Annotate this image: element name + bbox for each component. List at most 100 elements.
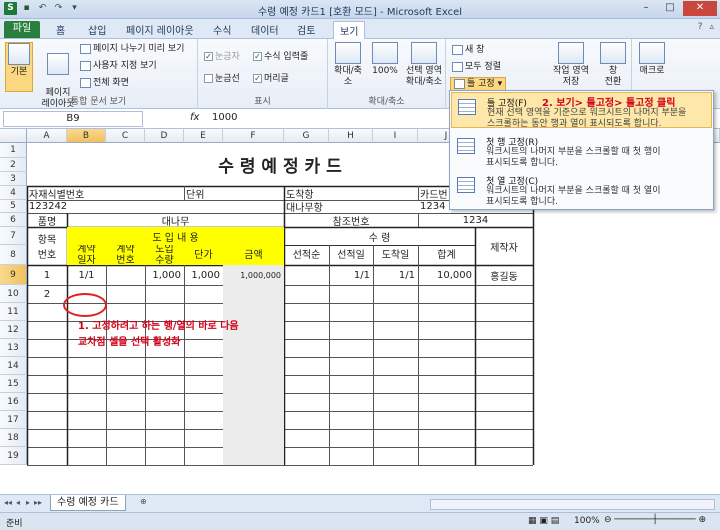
ribbon-minimize-icon[interactable]: ▵ bbox=[709, 22, 714, 32]
cell-d8[interactable]: 도입 수량 bbox=[145, 245, 184, 265]
freeze-panes-button[interactable]: 틀 고정 ▾ bbox=[450, 77, 507, 91]
tab-review[interactable]: 검토 bbox=[297, 22, 315, 37]
zoom-slider[interactable]: ⊖ ───────┼─────── ⊕ bbox=[604, 515, 706, 525]
new-sheet-icon[interactable]: ⊕ bbox=[140, 497, 147, 506]
cell-a5[interactable]: 123242 bbox=[27, 200, 184, 213]
normal-view-button[interactable]: 기본 bbox=[5, 42, 33, 92]
tab-home[interactable]: 홈 bbox=[56, 22, 65, 37]
cell-g5[interactable]: 대나무항 bbox=[284, 200, 418, 213]
row-header-1[interactable]: 1 bbox=[0, 143, 27, 158]
column-header-b[interactable]: B bbox=[67, 129, 106, 143]
cell-e4[interactable]: 단위 bbox=[184, 186, 284, 201]
cell-a6[interactable]: 품명 bbox=[27, 213, 67, 228]
cell-qty-header[interactable]: 수 령 bbox=[284, 227, 475, 245]
cell-i8[interactable]: 도착일 bbox=[373, 245, 418, 265]
gridlines-checkbox[interactable]: 눈금선 bbox=[204, 73, 240, 85]
row-header-8[interactable]: 8 bbox=[0, 245, 27, 265]
first-sheet-icon[interactable]: ◂◂ bbox=[4, 498, 12, 507]
cell-a9[interactable]: 1 bbox=[27, 265, 67, 285]
tab-formulas[interactable]: 수식 bbox=[213, 22, 231, 37]
row-header-15[interactable]: 15 bbox=[0, 375, 27, 393]
arrange-all-button[interactable]: 모두 정렬 bbox=[452, 61, 501, 73]
last-sheet-icon[interactable]: ▸▸ bbox=[34, 498, 42, 507]
column-header-d[interactable]: D bbox=[145, 129, 184, 143]
tab-file[interactable]: 파일 bbox=[4, 21, 40, 38]
row-header-9[interactable]: 9 bbox=[0, 265, 27, 285]
row-header-2[interactable]: 2 bbox=[0, 158, 27, 172]
zoom-100-button[interactable]: 100% bbox=[370, 42, 400, 77]
row-header-12[interactable]: 12 bbox=[0, 321, 27, 339]
tab-page-layout[interactable]: 페이지 레이아웃 bbox=[126, 22, 194, 37]
maximize-icon[interactable]: □ bbox=[659, 1, 681, 16]
column-header-h[interactable]: H bbox=[329, 129, 373, 143]
cell-entry-header[interactable]: 도 입 내 용 bbox=[67, 227, 284, 245]
cell-d9[interactable]: 1,000 bbox=[145, 265, 184, 285]
cell-c6[interactable]: 대나무 bbox=[67, 213, 284, 228]
row-header-10[interactable]: 10 bbox=[0, 285, 27, 303]
cell-author-header[interactable]: 제작자 bbox=[475, 227, 533, 265]
row-header-16[interactable]: 16 bbox=[0, 393, 27, 411]
cell-e8[interactable]: 단가 bbox=[184, 245, 223, 265]
fx-icon[interactable]: fx bbox=[190, 112, 199, 123]
zoom-to-selection-button[interactable]: 선택 영역 확대/축소 bbox=[402, 42, 446, 88]
new-window-button[interactable]: 새 창 bbox=[452, 44, 484, 56]
cell-j6[interactable]: 1234 bbox=[418, 213, 533, 227]
sheet-tab-active[interactable]: 수령 예정 카드 bbox=[50, 495, 126, 511]
cell-a4[interactable]: 자재식별번호 bbox=[27, 186, 184, 201]
help-icon[interactable]: ? bbox=[698, 22, 703, 32]
ruler-checkbox[interactable]: ✓ 눈금자 bbox=[204, 51, 240, 63]
row-header-3[interactable]: 3 bbox=[0, 172, 27, 186]
cell-f8[interactable]: 금액 bbox=[223, 245, 284, 265]
cell-b9[interactable]: 1/1 bbox=[67, 265, 106, 285]
cell-e9[interactable]: 1,000 bbox=[184, 265, 223, 285]
cell-b8[interactable]: 계약 일자 bbox=[67, 245, 106, 265]
row-header-17[interactable]: 17 bbox=[0, 411, 27, 429]
horizontal-scrollbar[interactable] bbox=[430, 499, 715, 510]
column-header-f[interactable]: F bbox=[223, 129, 284, 143]
cell-g6[interactable]: 참조번호 bbox=[284, 213, 418, 228]
zoom-level[interactable]: 100% bbox=[574, 516, 600, 526]
page-break-preview-button[interactable]: 페이지 나누기 미리 보기 bbox=[80, 43, 184, 55]
row-header-14[interactable]: 14 bbox=[0, 357, 27, 375]
cell-j8[interactable]: 합계 bbox=[418, 245, 475, 265]
cell-h8[interactable]: 선적일 bbox=[329, 245, 373, 265]
cell-c8[interactable]: 계약 번호 bbox=[106, 245, 145, 265]
row-header-6[interactable]: 6 bbox=[0, 213, 27, 227]
column-header-c[interactable]: C bbox=[106, 129, 145, 143]
row-header-7[interactable]: 7 bbox=[0, 227, 27, 245]
row-header-19[interactable]: 19 bbox=[0, 447, 27, 465]
save-workspace-button[interactable]: 작업 영역 저장 bbox=[550, 42, 592, 88]
select-all-corner[interactable] bbox=[0, 129, 27, 143]
column-header-g[interactable]: G bbox=[284, 129, 329, 143]
row-header-4[interactable]: 4 bbox=[0, 186, 27, 200]
close-icon[interactable]: ✕ bbox=[683, 1, 717, 16]
name-box[interactable]: B9 bbox=[3, 111, 143, 127]
prev-sheet-icon[interactable]: ◂ bbox=[16, 498, 20, 507]
next-sheet-icon[interactable]: ▸ bbox=[26, 498, 30, 507]
row-header-11[interactable]: 11 bbox=[0, 303, 27, 321]
macros-button[interactable]: 매크로 bbox=[636, 42, 668, 77]
cell-i9[interactable]: 1/1 bbox=[373, 265, 418, 285]
view-buttons-icon[interactable]: ▦ ▣ ▤ bbox=[528, 516, 559, 526]
cell-a10[interactable]: 2 bbox=[27, 285, 67, 303]
freeze-top-row-option[interactable]: 첫 행 고정(R) 워크시트의 나머지 부분을 스크롤할 때 첫 행이 표시되도… bbox=[451, 132, 712, 168]
cell-f9[interactable]: 1,000,000 bbox=[223, 265, 284, 285]
column-header-i[interactable]: I bbox=[373, 129, 418, 143]
formula-input[interactable]: 1000 bbox=[212, 112, 237, 123]
full-screen-button[interactable]: 전체 화면 bbox=[80, 77, 129, 89]
cell-g8[interactable]: 선적순 bbox=[284, 245, 329, 265]
tab-data[interactable]: 데이터 bbox=[251, 22, 279, 37]
cell-g4[interactable]: 도착항 bbox=[284, 186, 418, 201]
custom-views-button[interactable]: 사용자 지정 보기 bbox=[80, 60, 157, 72]
cell-item-no[interactable]: 항목 번호 bbox=[27, 227, 67, 265]
zoom-button[interactable]: 확대/축소 bbox=[330, 42, 366, 88]
tab-insert[interactable]: 삽입 bbox=[88, 22, 106, 37]
column-header-e[interactable]: E bbox=[184, 129, 223, 143]
cell-j9[interactable]: 10,000 bbox=[418, 265, 475, 285]
row-header-5[interactable]: 5 bbox=[0, 200, 27, 213]
cell-k9[interactable]: 홍길동 bbox=[475, 265, 533, 285]
minimize-icon[interactable]: – bbox=[635, 1, 657, 16]
freeze-first-column-option[interactable]: 첫 열 고정(C) 워크시트의 나머지 부분을 스크롤할 때 첫 열이 표시되도… bbox=[451, 171, 712, 207]
row-header-13[interactable]: 13 bbox=[0, 339, 27, 357]
row-header-18[interactable]: 18 bbox=[0, 429, 27, 447]
